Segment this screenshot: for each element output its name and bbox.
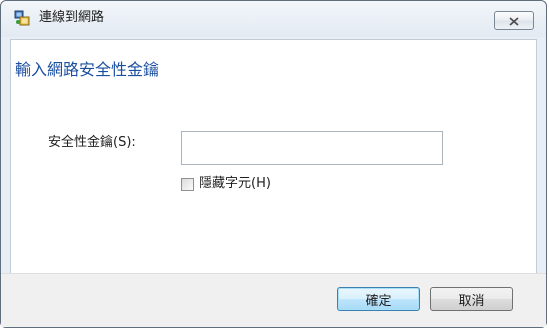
security-key-input[interactable]	[181, 131, 443, 165]
close-button[interactable]	[494, 11, 534, 30]
button-bar: 確定 取消	[1, 273, 546, 327]
hide-characters-label: 隱藏字元(H)	[199, 176, 271, 191]
window-title: 連線到網路	[39, 10, 105, 25]
dialog-window: 連線到網路 輸入網路安全性金鑰 安全性金鑰(S): 隱藏字元(H) 確定 取消	[0, 0, 547, 328]
hide-characters-checkbox[interactable]	[181, 177, 194, 191]
network-icon	[14, 10, 30, 26]
close-icon	[509, 11, 519, 30]
page-heading: 輸入網路安全性金鑰	[15, 60, 160, 79]
title-bar[interactable]: 連線到網路	[1, 1, 546, 37]
security-key-label: 安全性金鑰(S):	[48, 135, 136, 150]
cancel-button[interactable]: 取消	[430, 287, 513, 311]
hide-characters-option[interactable]: 隱藏字元(H)	[181, 176, 271, 192]
ok-button[interactable]: 確定	[337, 287, 420, 311]
